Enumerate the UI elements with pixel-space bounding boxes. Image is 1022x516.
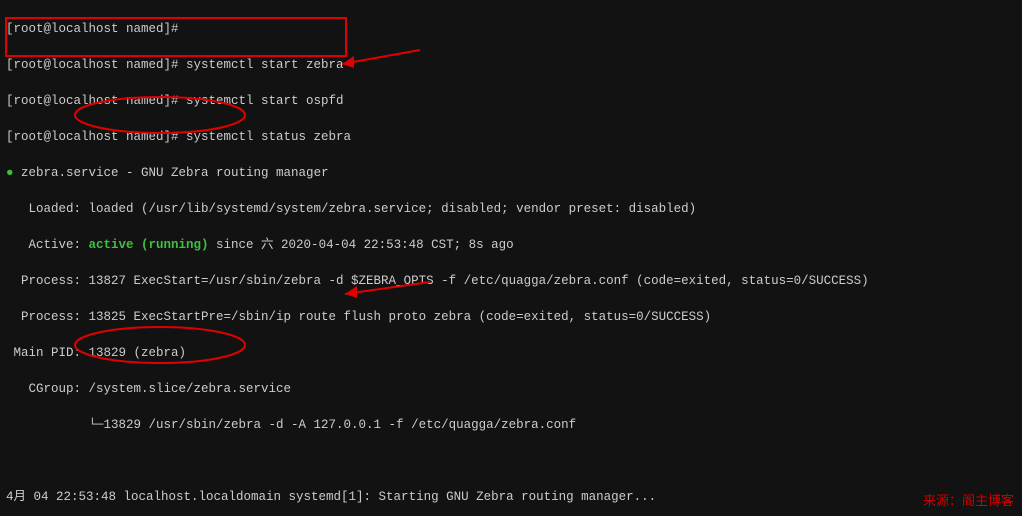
cmd-start-ospfd: [root@localhost named]# systemctl start … [6, 92, 1016, 110]
zebra-cgroup2: └─13829 /usr/sbin/zebra -d -A 127.0.0.1 … [6, 416, 1016, 434]
zebra-proc1: Process: 13827 ExecStart=/usr/sbin/zebra… [6, 272, 1016, 290]
watermark: 来源：阁主博客 [923, 492, 1014, 510]
zebra-active: Active: active (running) since 六 2020-04… [6, 236, 1016, 254]
zebra-mainpid: Main PID: 13829 (zebra) [6, 344, 1016, 362]
bullet-icon: ● [6, 166, 21, 180]
zebra-header: ● zebra.service - GNU Zebra routing mana… [6, 164, 1016, 182]
cmd-status-zebra: [root@localhost named]# systemctl status… [6, 128, 1016, 146]
cmd-start-zebra: [root@localhost named]# systemctl start … [6, 56, 1016, 74]
zebra-proc2: Process: 13825 ExecStartPre=/sbin/ip rou… [6, 308, 1016, 326]
blank-line [6, 452, 1016, 470]
active-state: active (running) [89, 238, 209, 252]
zebra-cgroup1: CGroup: /system.slice/zebra.service [6, 380, 1016, 398]
prompt-line: [root@localhost named]# [6, 20, 1016, 38]
terminal[interactable]: [root@localhost named]# [root@localhost … [0, 0, 1022, 516]
zebra-loaded: Loaded: loaded (/usr/lib/systemd/system/… [6, 200, 1016, 218]
zebra-log1: 4月 04 22:53:48 localhost.localdomain sys… [6, 488, 1016, 506]
